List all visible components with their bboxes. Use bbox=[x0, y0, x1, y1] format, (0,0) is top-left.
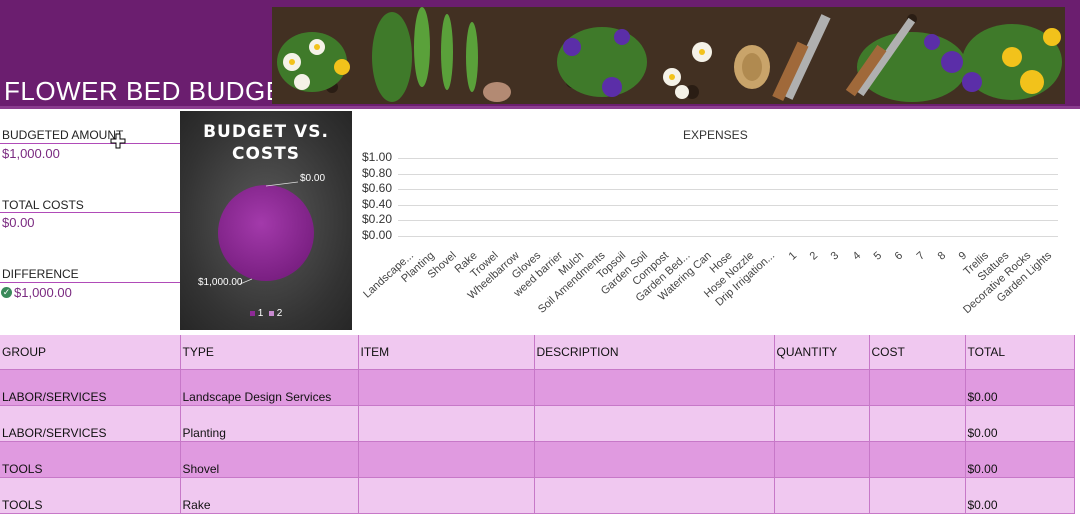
cell-type[interactable]: Rake bbox=[180, 477, 359, 514]
cell-total[interactable]: $0.00 bbox=[964, 405, 1075, 442]
costs-underline bbox=[0, 212, 180, 213]
legend-swatch-1 bbox=[250, 310, 255, 316]
header-total[interactable]: TOTAL bbox=[965, 335, 1075, 370]
difference-label: DIFFERENCE bbox=[2, 267, 79, 281]
x-axis-tick-label: 7 bbox=[914, 249, 927, 263]
cell-group[interactable]: TOOLS bbox=[0, 477, 181, 514]
x-axis-tick-label: 1 bbox=[786, 249, 799, 263]
cell-item[interactable] bbox=[358, 441, 535, 478]
cell-item[interactable] bbox=[358, 477, 535, 514]
x-axis-tick-label: 4 bbox=[850, 249, 863, 263]
header-group[interactable]: GROUP bbox=[0, 335, 181, 370]
table-row: LABOR/SERVICES Landscape Design Services… bbox=[0, 369, 1075, 406]
y-axis-tick-label: $1.00 bbox=[361, 150, 392, 164]
cell-group[interactable]: LABOR/SERVICES bbox=[0, 405, 181, 442]
budgeted-amount-label: BUDGETED AMOUNT bbox=[2, 128, 124, 142]
cell-group[interactable]: TOOLS bbox=[0, 441, 181, 478]
table-header-row: GROUP TYPE ITEM DESCRIPTION QUANTITY COS… bbox=[0, 335, 1075, 370]
x-axis-tick-label: 6 bbox=[892, 249, 906, 263]
header-description[interactable]: DESCRIPTION bbox=[534, 335, 775, 370]
table-row: TOOLS Rake $0.00 bbox=[0, 477, 1075, 514]
cell-description[interactable] bbox=[534, 405, 775, 442]
cell-group[interactable]: LABOR/SERVICES bbox=[0, 369, 181, 406]
table-row: TOOLS Shovel $0.00 bbox=[0, 441, 1075, 478]
cell-cost[interactable] bbox=[869, 405, 966, 442]
gridline bbox=[398, 189, 1058, 191]
pie-label-costs: $0.00 bbox=[300, 173, 326, 184]
header-cost[interactable]: COST bbox=[869, 335, 966, 370]
gridline bbox=[398, 236, 1058, 237]
garden-photo bbox=[272, 7, 1065, 104]
cell-total[interactable]: $0.00 bbox=[964, 441, 1075, 478]
cell-type[interactable]: Shovel bbox=[180, 441, 359, 478]
x-axis-tick-label: 9 bbox=[956, 249, 970, 263]
x-axis-tick-label: 8 bbox=[935, 249, 948, 263]
check-icon: ✓ bbox=[1, 287, 12, 298]
cell-item[interactable] bbox=[358, 405, 535, 442]
gridline bbox=[398, 158, 1058, 159]
pie-slice-budget bbox=[218, 185, 314, 281]
y-axis-tick-label: $0.60 bbox=[361, 181, 392, 196]
pie-svg bbox=[218, 181, 314, 285]
gridline bbox=[398, 204, 1058, 206]
cell-description[interactable] bbox=[534, 477, 775, 514]
legend-swatch-2 bbox=[269, 310, 274, 316]
x-axis-tick-label: 5 bbox=[871, 249, 885, 263]
x-axis-tick-label: 3 bbox=[828, 249, 842, 263]
expenses-chart-title: EXPENSES bbox=[683, 128, 748, 142]
y-axis-tick-label: $0.80 bbox=[361, 165, 392, 180]
cell-total[interactable]: $0.00 bbox=[964, 477, 1075, 514]
legend-label-2: 2 bbox=[276, 308, 283, 319]
page-title: FLOWER BED BUDGET bbox=[4, 76, 300, 106]
cell-quantity[interactable] bbox=[774, 441, 870, 478]
total-costs-label: TOTAL COSTS bbox=[2, 198, 84, 212]
total-costs-value: $0.00 bbox=[2, 215, 35, 230]
legend-item-1: 1 bbox=[250, 308, 263, 319]
x-axis-tick-label: 2 bbox=[807, 249, 821, 263]
header-quantity[interactable]: QUANTITY bbox=[774, 335, 870, 370]
y-axis-tick-label: $0.00 bbox=[361, 228, 392, 242]
cell-cost[interactable] bbox=[869, 441, 966, 478]
pie-leader-costs bbox=[265, 181, 299, 187]
header-type[interactable]: TYPE bbox=[180, 335, 359, 370]
budgeted-amount-value[interactable]: $1,000.00 bbox=[2, 146, 60, 161]
banner-divider bbox=[0, 106, 1080, 109]
difference-value: $1,000.00 bbox=[14, 285, 72, 300]
difference-underline bbox=[0, 282, 180, 283]
gridline bbox=[398, 220, 1058, 222]
pie-label-budget: $1,000.00 bbox=[198, 277, 243, 288]
legend-item-2: 2 bbox=[269, 308, 282, 319]
cell-cost[interactable] bbox=[869, 369, 966, 406]
cell-item[interactable] bbox=[358, 369, 535, 406]
budgeted-underline bbox=[0, 143, 180, 144]
cell-quantity[interactable] bbox=[774, 405, 870, 442]
cell-description[interactable] bbox=[534, 369, 775, 406]
cell-type[interactable]: Planting bbox=[180, 405, 359, 442]
y-axis-tick-label: $0.20 bbox=[361, 212, 392, 227]
budget-vs-costs-chart[interactable]: BUDGET VS. COSTS $0.00 $1,000.00 1 2 bbox=[180, 111, 352, 330]
header-item[interactable]: ITEM bbox=[358, 335, 535, 370]
y-axis-tick-label: $0.40 bbox=[361, 196, 392, 211]
legend-label-1: 1 bbox=[257, 308, 264, 319]
table-row: LABOR/SERVICES Planting $0.00 bbox=[0, 405, 1075, 442]
cell-quantity[interactable] bbox=[774, 477, 870, 514]
cell-description[interactable] bbox=[534, 441, 775, 478]
cell-total[interactable]: $0.00 bbox=[964, 369, 1075, 406]
cell-cost[interactable] bbox=[869, 477, 966, 514]
cell-type[interactable]: Landscape Design Services bbox=[180, 369, 359, 406]
cell-quantity[interactable] bbox=[774, 369, 870, 406]
gridline bbox=[398, 173, 1058, 175]
cursor-icon bbox=[110, 133, 126, 154]
budget-table: GROUP TYPE ITEM DESCRIPTION QUANTITY COS… bbox=[0, 335, 1075, 514]
